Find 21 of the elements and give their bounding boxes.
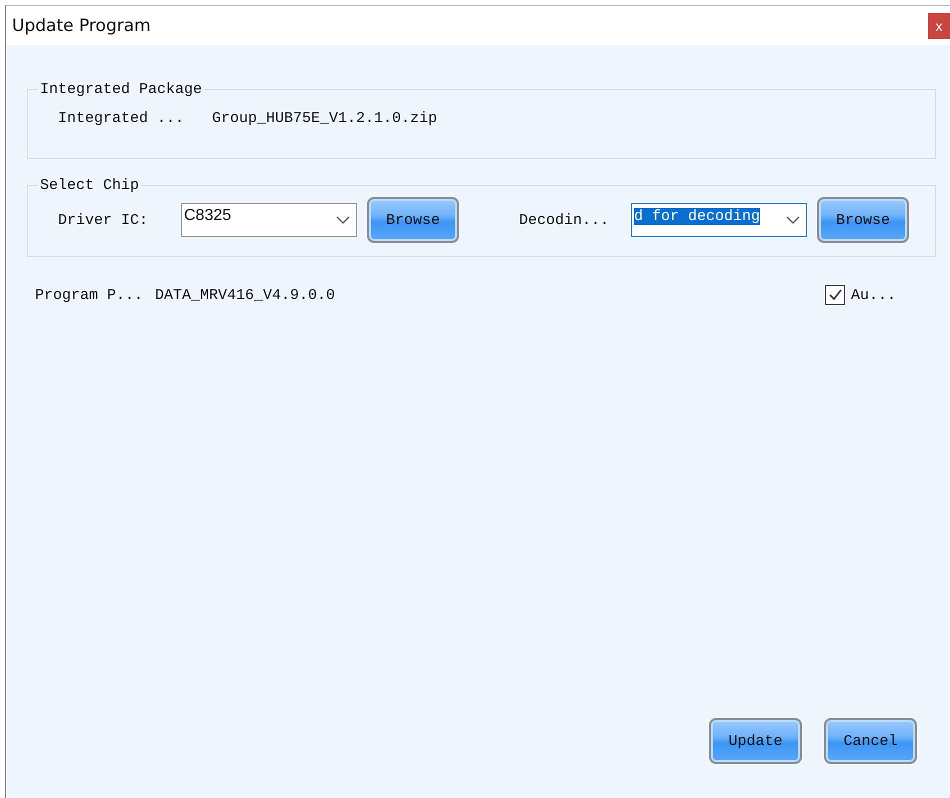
- browse-button[interactable]: Browse: [367, 197, 459, 243]
- checkbox[interactable]: [824, 285, 845, 305]
- field-label: Decodin...: [519, 212, 610, 228]
- checkmark-icon: [826, 287, 843, 303]
- program-name: DATA_MRV416_V4.9.0.0: [155, 286, 336, 304]
- decoding-dropdown[interactable]: d for decoding: [631, 203, 807, 237]
- dialog-button[interactable]: Cancel: [824, 718, 917, 764]
- checkbox-label: Au...: [850, 286, 896, 304]
- browse-button[interactable]: Browse: [817, 197, 909, 243]
- dialog-button[interactable]: Update: [709, 718, 802, 764]
- package-name: Group_HUB75E_V1.2.1.0.zip: [212, 110, 438, 127]
- caret-icon: [336, 216, 350, 224]
- field-label: Program P...: [35, 286, 144, 304]
- field-label: Integrated ...: [58, 110, 184, 127]
- window-title: Update Program: [12, 16, 151, 36]
- group-title: Integrated Package: [39, 81, 204, 98]
- caret-icon: [786, 216, 800, 224]
- field-label: Driver IC:: [58, 212, 150, 228]
- group-title: Select Chip: [39, 177, 140, 194]
- close-button[interactable]: x: [928, 13, 950, 39]
- driver-dropdown[interactable]: C8325: [181, 203, 357, 237]
